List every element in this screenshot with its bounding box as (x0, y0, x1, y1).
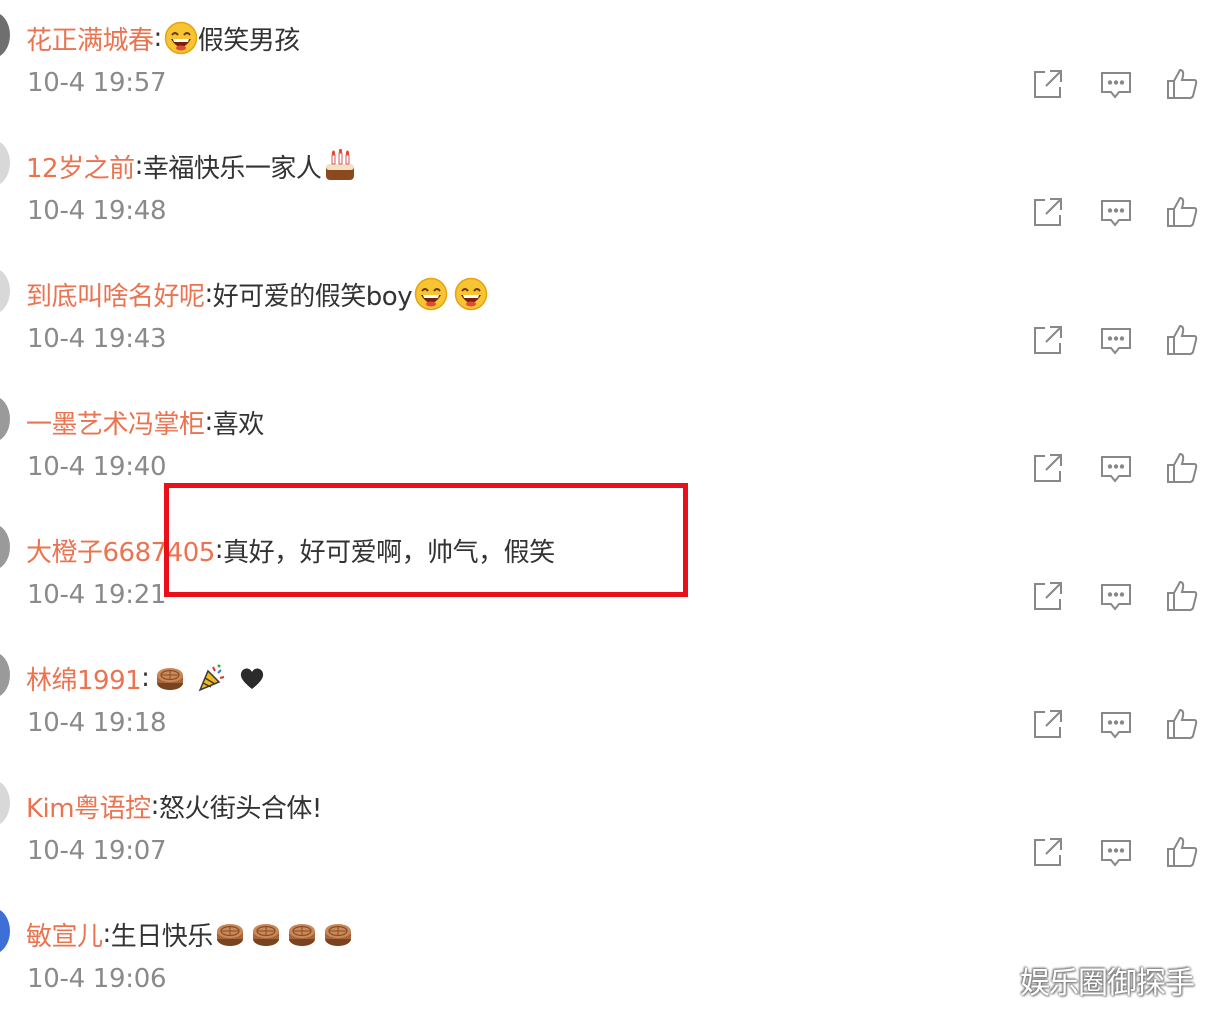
comment-icon[interactable] (1098, 450, 1134, 486)
comment-text: 生日快乐 (110, 921, 214, 952)
avatar[interactable] (0, 140, 10, 186)
comment-text: 喜欢 (212, 409, 265, 440)
comment-item: 12岁之前 : 幸福快乐一家人 10-4 19:48 (0, 128, 1208, 256)
comment-item: 到底叫啥名好呢 : 好可爱的假笑boy 10-4 19:43 (0, 256, 1208, 384)
comment-actions (1030, 194, 1200, 230)
separator: : (150, 791, 160, 821)
comment-icon[interactable] (1098, 578, 1134, 614)
comment-line: 敏宣儿 : 生日快乐 (26, 914, 353, 954)
laughing-emoji-icon (454, 277, 488, 311)
comment-line: 到底叫啥名好呢 : 好可爱的假笑boy (26, 274, 488, 314)
comment-line: 一墨艺术冯掌柜 : 喜欢 (26, 402, 264, 442)
separator: : (204, 279, 214, 309)
forward-icon[interactable] (1030, 322, 1066, 358)
like-icon[interactable] (1164, 706, 1200, 742)
separator: : (204, 407, 214, 437)
forward-icon[interactable] (1030, 834, 1066, 870)
comment-actions (1030, 834, 1200, 870)
separator: : (102, 919, 112, 949)
timestamp: 10-4 19:40 (27, 452, 167, 482)
avatar[interactable] (0, 652, 10, 698)
like-icon[interactable] (1164, 450, 1200, 486)
comment-line: Kim粤语控 : 怒火街头合体! (26, 786, 322, 826)
username-link[interactable]: 林绵1991 (26, 660, 142, 697)
comment-actions (1030, 706, 1200, 742)
avatar[interactable] (0, 908, 10, 954)
username-link[interactable]: 敏宣儿 (26, 916, 103, 953)
comment-icon[interactable] (1098, 834, 1134, 870)
comment-item: Kim粤语控 : 怒火街头合体! 10-4 19:07 (0, 768, 1208, 896)
comment-actions (1030, 66, 1200, 102)
timestamp: 10-4 19:57 (27, 68, 167, 98)
comment-item: 大橙子6687405 : 真好，好可爱啊，帅气，假笑 10-4 19:21 (0, 512, 1208, 640)
like-icon[interactable] (1164, 194, 1200, 230)
comment-icon[interactable] (1098, 66, 1134, 102)
comment-actions (1030, 450, 1200, 486)
comment-icon[interactable] (1098, 194, 1134, 230)
mooncake-emoji-icon (155, 663, 185, 693)
forward-icon[interactable] (1030, 194, 1066, 230)
comment-line: 林绵1991 : (26, 658, 267, 698)
comment-icon[interactable] (1098, 706, 1134, 742)
comment-text: 假笑男孩 (197, 25, 301, 56)
username-link[interactable]: 一墨艺术冯掌柜 (26, 404, 205, 441)
comment-text: 怒火街头合体! (158, 793, 322, 824)
timestamp: 10-4 19:48 (27, 196, 167, 226)
username-link[interactable]: Kim粤语控 (26, 788, 151, 825)
mooncake-emoji-icon (215, 919, 245, 949)
username-link[interactable]: 大橙子6687405 (26, 532, 215, 569)
forward-icon[interactable] (1030, 66, 1066, 102)
timestamp: 10-4 19:43 (27, 324, 167, 354)
comment-line: 花正满城春 : 假笑男孩 (26, 18, 300, 58)
avatar[interactable] (0, 12, 10, 58)
username-link[interactable]: 12岁之前 (26, 148, 135, 185)
separator: : (153, 23, 163, 53)
separator: : (134, 151, 144, 181)
timestamp: 10-4 19:21 (27, 580, 167, 610)
username-link[interactable]: 花正满城春 (26, 20, 154, 57)
avatar[interactable] (0, 780, 10, 826)
black-heart-emoji-icon (237, 663, 267, 693)
comment-actions (1030, 322, 1200, 358)
laughing-emoji-icon (164, 21, 198, 55)
username-link[interactable]: 到底叫啥名好呢 (26, 276, 205, 313)
like-icon[interactable] (1164, 578, 1200, 614)
comment-line: 大橙子6687405 : 真好，好可爱啊，帅气，假笑 (26, 530, 555, 570)
comment-item: 林绵1991 : 10-4 19:18 (0, 640, 1208, 768)
avatar[interactable] (0, 396, 10, 442)
comment-line: 12岁之前 : 幸福快乐一家人 (26, 146, 357, 186)
comment-icon[interactable] (1098, 322, 1134, 358)
comment-text: 真好，好可爱啊，帅气，假笑 (223, 537, 555, 568)
timestamp: 10-4 19:07 (27, 836, 167, 866)
like-icon[interactable] (1164, 322, 1200, 358)
avatar[interactable] (0, 268, 10, 314)
laughing-emoji-icon (414, 277, 448, 311)
mooncake-emoji-icon (287, 919, 317, 949)
comment-item: 一墨艺术冯掌柜 : 喜欢 10-4 19:40 (0, 384, 1208, 512)
watermark-text: 娱乐圈御探手 (1020, 966, 1195, 1001)
cake-emoji-icon (323, 149, 357, 183)
avatar[interactable] (0, 524, 10, 570)
mooncake-emoji-icon (323, 919, 353, 949)
like-icon[interactable] (1164, 66, 1200, 102)
timestamp: 10-4 19:06 (27, 964, 167, 994)
party-popper-emoji-icon (197, 663, 227, 693)
forward-icon[interactable] (1030, 578, 1066, 614)
separator: : (214, 535, 224, 565)
separator: : (141, 663, 150, 693)
forward-icon[interactable] (1030, 706, 1066, 742)
comment-text: 幸福快乐一家人 (142, 153, 322, 184)
forward-icon[interactable] (1030, 450, 1066, 486)
comment-item: 花正满城春 : 假笑男孩 10-4 19:57 (0, 0, 1208, 128)
comment-actions (1030, 578, 1200, 614)
timestamp: 10-4 19:18 (27, 708, 167, 738)
comment-text: 好可爱的假笑boy (212, 281, 413, 312)
mooncake-emoji-icon (251, 919, 281, 949)
like-icon[interactable] (1164, 834, 1200, 870)
